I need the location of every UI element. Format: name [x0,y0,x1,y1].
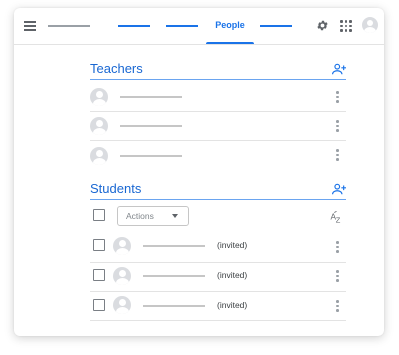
row-divider [90,320,346,321]
avatar [90,88,108,106]
teacher-name-placeholder [120,96,182,98]
sort-az-icon[interactable]: A Z [330,211,346,223]
classroom-window: People Teachers Students Actions A Z (in… [14,8,384,336]
avatar [113,237,131,255]
student-checkbox[interactable] [93,299,105,311]
avatar [90,117,108,135]
active-tab-indicator [206,41,254,44]
student-name-placeholder [143,245,205,247]
students-heading: Students [90,181,142,196]
student-checkbox[interactable] [93,269,105,281]
actions-label: Actions [126,211,154,221]
teachers-divider [90,79,346,80]
student-name-placeholder [143,275,205,277]
more-options-icon[interactable] [336,149,339,161]
teacher-name-placeholder [120,155,182,157]
avatar [113,296,131,314]
more-options-icon[interactable] [336,300,339,312]
more-options-icon[interactable] [336,270,339,282]
teacher-name-placeholder [120,125,182,127]
tab-people-label: People [215,20,245,30]
add-person-icon[interactable] [332,183,346,195]
row-divider [90,111,346,112]
settings-gear-icon[interactable] [316,19,329,32]
more-options-icon[interactable] [336,91,339,103]
invited-status: (invited) [217,270,248,280]
student-checkbox[interactable] [93,239,105,251]
add-person-icon[interactable] [332,63,346,75]
chevron-down-icon [172,214,178,218]
class-title-placeholder [48,25,90,27]
avatar [90,147,108,165]
invited-status: (invited) [217,240,248,250]
svg-text:Z: Z [336,215,341,223]
apps-grid-icon[interactable] [340,20,352,32]
tab-classwork[interactable] [166,25,198,27]
tab-people[interactable]: People [206,15,254,44]
tab-grades[interactable] [260,25,292,27]
student-name-placeholder [143,305,205,307]
menu-icon[interactable] [24,21,36,31]
row-divider [90,262,346,263]
students-divider [90,199,346,200]
row-divider [90,140,346,141]
invited-status: (invited) [217,300,248,310]
more-options-icon[interactable] [336,241,339,253]
select-all-checkbox[interactable] [93,209,105,221]
more-options-icon[interactable] [336,120,339,132]
row-divider [90,291,346,292]
avatar [113,267,131,285]
tab-stream[interactable] [118,25,150,27]
actions-dropdown[interactable]: Actions [117,206,189,226]
teachers-heading: Teachers [90,61,143,76]
top-app-bar: People [14,8,384,45]
account-avatar-icon[interactable] [362,17,378,33]
